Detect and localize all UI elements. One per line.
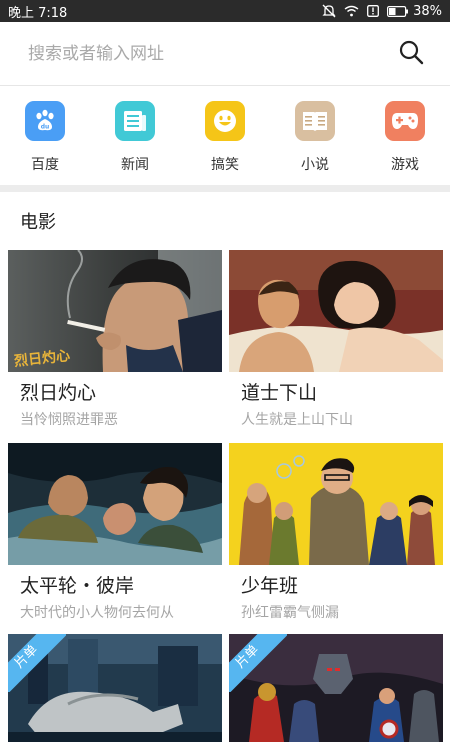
quick-link-label: 小说: [301, 157, 329, 173]
quick-links: du 百度 新闻 搞笑 小说 游戏: [0, 87, 450, 185]
movie-subtitle: 当怜悯照进罪恶: [20, 412, 118, 428]
movie-subtitle: 人生就是上山下山: [241, 412, 353, 428]
status-time: 晚上 7:18: [8, 5, 68, 21]
svg-text:du: du: [41, 124, 50, 131]
quick-link-jokes[interactable]: 搞笑: [180, 87, 270, 185]
section-divider: [0, 185, 450, 192]
wifi-icon: [344, 5, 359, 17]
book-icon: [295, 101, 335, 141]
section-title: 电影: [20, 212, 56, 233]
search-input[interactable]: [28, 43, 396, 64]
quick-link-label: 百度: [31, 157, 59, 173]
list-badge: 片单: [229, 634, 287, 692]
movie-poster[interactable]: 片单: [229, 634, 443, 742]
movie-list-card[interactable]: 片单: [8, 634, 222, 742]
list-badge: 片单: [8, 634, 66, 692]
baidu-paw-icon: du: [25, 101, 65, 141]
movie-card[interactable]: 少年班 孙红雷霸气侧漏: [229, 443, 443, 622]
gamepad-icon: [385, 101, 425, 141]
movie-card[interactable]: 烈日灼心 烈日灼心 当怜悯照进罪恶: [8, 250, 222, 429]
movie-poster[interactable]: 烈日灼心: [8, 250, 222, 372]
search-button[interactable]: [396, 39, 426, 69]
alert-icon: [367, 5, 380, 17]
quick-link-games[interactable]: 游戏: [360, 87, 450, 185]
movie-subtitle: 孙红雷霸气侧漏: [241, 605, 339, 621]
movie-title[interactable]: 烈日灼心: [20, 378, 222, 405]
movie-poster[interactable]: [8, 443, 222, 565]
smile-icon: [205, 101, 245, 141]
movie-poster[interactable]: [229, 250, 443, 372]
quick-link-label: 新闻: [121, 157, 149, 173]
search-bar: [0, 22, 450, 86]
movie-title[interactable]: 太平轮・彼岸: [20, 571, 222, 598]
mute-bell-icon: [322, 4, 336, 18]
battery: 38%: [387, 4, 442, 19]
quick-link-novels[interactable]: 小说: [270, 87, 360, 185]
movie-subtitle: 大时代的小人物何去何从: [20, 605, 174, 621]
quick-link-news[interactable]: 新闻: [90, 87, 180, 185]
movie-card[interactable]: 太平轮・彼岸 大时代的小人物何去何从: [8, 443, 222, 622]
status-icons: 38%: [322, 4, 442, 19]
status-bar: 晚上 7:18 38%: [0, 0, 450, 22]
quick-link-baidu[interactable]: du 百度: [0, 87, 90, 185]
movie-title[interactable]: 道士下山: [241, 378, 443, 405]
news-icon: [115, 101, 155, 141]
movie-title[interactable]: 少年班: [241, 571, 443, 598]
battery-icon: [387, 5, 409, 17]
search-icon: [398, 39, 424, 69]
movie-card[interactable]: 道士下山 人生就是上山下山: [229, 250, 443, 429]
movie-list-card[interactable]: 片单: [229, 634, 443, 742]
movie-poster[interactable]: [229, 443, 443, 565]
battery-percent: 38%: [413, 3, 442, 19]
movie-poster[interactable]: 片单: [8, 634, 222, 742]
quick-link-label: 搞笑: [211, 157, 239, 173]
quick-link-label: 游戏: [391, 157, 419, 173]
